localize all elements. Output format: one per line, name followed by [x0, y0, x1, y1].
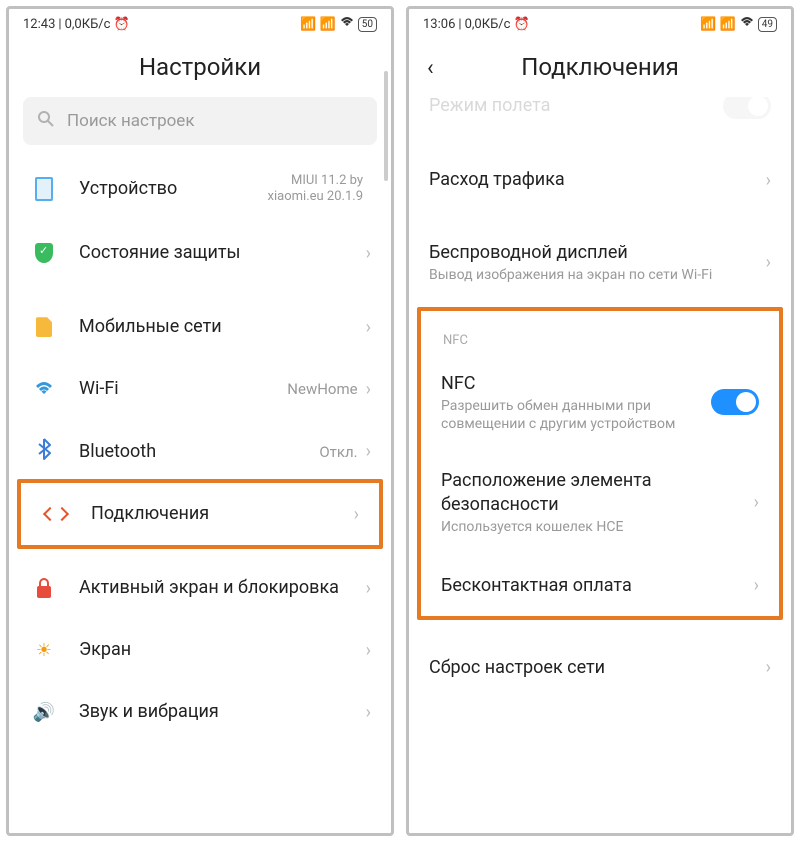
lock-icon	[37, 586, 51, 598]
page-title: ‹ Подключения	[409, 39, 791, 97]
sound-icon: 🔊	[33, 702, 55, 723]
settings-screen: 12:43 | 0,0КБ/с ⏰ 📶 📶 50 Настройки Поиск…	[6, 6, 394, 836]
nfc-section: NFC NFC Разрешить обмен данными при совм…	[417, 307, 783, 621]
battery-icon: 50	[358, 17, 377, 32]
settings-item-data-usage[interactable]: Расход трафика ›	[409, 149, 791, 211]
chevron-right-icon: ›	[354, 504, 359, 525]
settings-item-lockscreen[interactable]: Активный экран и блокировка ›	[9, 557, 391, 619]
settings-item-display[interactable]: ☀ Экран ›	[9, 619, 391, 681]
data-rate: 0,0КБ/с	[465, 17, 511, 32]
chevron-right-icon: ›	[754, 575, 759, 596]
chevron-right-icon: ›	[366, 379, 371, 400]
settings-item-sound[interactable]: 🔊 Звук и вибрация ›	[9, 681, 391, 743]
settings-item-wifi[interactable]: Wi-Fi NewHome ›	[9, 358, 391, 420]
wifi-icon	[739, 16, 755, 32]
connections-screen: 13:06 | 0,0КБ/с ⏰ 📶 📶 49 ‹ Подключения Р…	[406, 6, 794, 836]
settings-item-secure-element[interactable]: Расположение элемента безопасности Испол…	[421, 451, 779, 554]
battery-icon: 49	[758, 17, 777, 32]
search-icon	[37, 110, 55, 133]
chevron-right-icon: ›	[754, 492, 759, 513]
settings-item-nfc[interactable]: NFC Разрешить обмен данными при совмещен…	[421, 354, 779, 452]
connection-icon	[45, 503, 67, 525]
back-button[interactable]: ‹	[427, 56, 434, 81]
settings-item-device[interactable]: Устройство MIUI 11.2 by xiaomi.eu 20.1.9	[9, 155, 391, 222]
chevron-right-icon: ›	[766, 657, 771, 678]
chevron-right-icon: ›	[366, 578, 371, 599]
settings-item-connections[interactable]: Подключения ›	[21, 483, 379, 545]
chevron-right-icon: ›	[366, 702, 371, 723]
status-bar: 12:43 | 0,0КБ/с ⏰ 📶 📶 50	[9, 9, 391, 39]
settings-item-reset-network[interactable]: Сброс настроек сети ›	[409, 636, 791, 698]
settings-item-wireless-display[interactable]: Беспроводной дисплей Вывод изображения н…	[409, 223, 791, 303]
toggle-switch[interactable]	[711, 389, 759, 415]
chevron-right-icon: ›	[366, 640, 371, 661]
bluetooth-icon	[37, 438, 51, 465]
settings-item-airplane[interactable]: Режим полета	[409, 97, 791, 137]
signal-icon: 📶	[700, 17, 716, 32]
shield-icon	[35, 243, 53, 263]
toggle-switch[interactable]	[723, 97, 771, 119]
sim-icon	[36, 317, 52, 337]
settings-item-security[interactable]: Состояние защиты ›	[9, 222, 391, 284]
clock: 13:06	[423, 17, 455, 32]
chevron-right-icon: ›	[366, 317, 371, 338]
chevron-right-icon: ›	[766, 170, 771, 191]
settings-item-bluetooth[interactable]: Bluetooth Откл. ›	[9, 420, 391, 483]
alarm-icon: ⏰	[513, 17, 529, 32]
chevron-right-icon: ›	[366, 441, 371, 462]
signal-icon: 📶	[300, 17, 316, 32]
chevron-right-icon: ›	[766, 252, 771, 273]
status-bar: 13:06 | 0,0КБ/с ⏰ 📶 📶 49	[409, 9, 791, 39]
search-input[interactable]: Поиск настроек	[23, 97, 377, 145]
alarm-icon: ⏰	[113, 17, 129, 32]
phone-icon	[35, 177, 53, 201]
sun-icon: ☀	[36, 640, 52, 661]
chevron-right-icon: ›	[366, 243, 371, 264]
data-rate: 0,0КБ/с	[65, 17, 111, 32]
wifi-icon	[34, 377, 54, 401]
clock: 12:43	[23, 17, 55, 32]
page-title: Настройки	[9, 39, 391, 97]
signal-icon: 📶	[720, 17, 736, 32]
wifi-icon	[339, 16, 355, 32]
section-header-nfc: NFC	[421, 317, 779, 354]
settings-item-mobile[interactable]: Мобильные сети ›	[9, 296, 391, 358]
settings-item-contactless-pay[interactable]: Бесконтактная оплата ›	[421, 554, 779, 616]
signal-icon: 📶	[320, 17, 336, 32]
